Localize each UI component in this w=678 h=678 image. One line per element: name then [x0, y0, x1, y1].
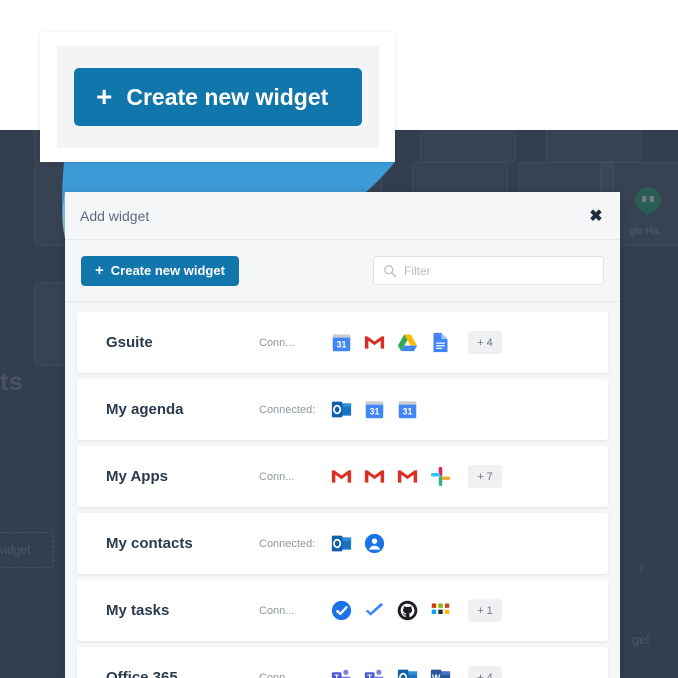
github-icon [397, 600, 418, 621]
filter-input[interactable] [374, 257, 603, 284]
todoist-check-icon [365, 602, 384, 616]
background-add-widget-button[interactable]: widget [0, 532, 54, 568]
svg-text:W: W [432, 673, 441, 678]
gmail-icon [397, 470, 418, 483]
outlook-icon [331, 535, 352, 552]
widget-connected-label: Conn... [259, 604, 295, 617]
slack-icon [430, 466, 451, 487]
svg-text:31: 31 [370, 406, 380, 416]
widget-connected-label: Connected: [259, 537, 316, 550]
tooltip-inner-panel: + Create new widget [57, 46, 379, 148]
svg-text:T: T [367, 674, 372, 678]
widget-connected-icons: + 1 [331, 599, 502, 622]
widget-more-count: + 1 [468, 599, 502, 622]
google-calendar-icon: 31 [398, 401, 417, 419]
dialog-title: Add widget [80, 207, 150, 224]
widget-connected-icons: + 7 [331, 465, 502, 488]
widget-connected-label: Connected: [259, 403, 316, 416]
google-docs-icon [433, 332, 448, 353]
widget-name: Gsuite [106, 334, 153, 351]
dialog-toolbar: + Create new widget [65, 240, 620, 302]
widget-name: My agenda [106, 401, 184, 418]
tooltip-card: + Create new widget [40, 32, 395, 162]
widget-connected-label: Conn... [259, 470, 295, 483]
background-app-tile [546, 130, 642, 162]
widget-name: My Apps [106, 468, 168, 485]
background-ghost-button-label: widget [0, 543, 31, 557]
microsoft-word-icon: W [430, 669, 451, 678]
widget-name: My contacts [106, 535, 193, 552]
gmail-icon [364, 336, 385, 349]
widget-connected-label: Conn... [259, 671, 295, 678]
widget-list: Gsuite Conn... 31 + 4 My agenda Connecte… [65, 302, 620, 678]
widget-more-count: + 4 [468, 666, 502, 678]
widget-more-count: + 4 [468, 331, 502, 354]
close-icon[interactable]: ✖ [585, 206, 607, 228]
add-widget-dialog: Add widget ✖ + Create new widget Gsuite … [65, 192, 620, 678]
google-contacts-icon [364, 533, 385, 554]
background-section-heading: ets [0, 368, 23, 396]
create-new-widget-button[interactable]: + Create new widget [81, 255, 239, 286]
outlook-icon [397, 669, 418, 678]
background-tile-label: gle Ha... [629, 226, 667, 237]
background-side-text-2: gel [632, 632, 650, 647]
plus-icon: + [95, 262, 104, 279]
svg-text:T: T [334, 674, 339, 678]
widget-row-my-contacts[interactable]: My contacts Connected: [77, 513, 608, 574]
widget-connected-icons [331, 533, 385, 554]
google-drive-icon [397, 334, 418, 352]
background-side-text-1: r [640, 560, 645, 575]
microsoft-teams-icon: T [364, 669, 384, 678]
gmail-icon [364, 470, 385, 483]
svg-text:31: 31 [337, 339, 347, 349]
microsoft-teams-icon: T [331, 669, 351, 678]
google-calendar-icon: 31 [365, 401, 384, 419]
google-hangouts-icon [635, 187, 661, 217]
widget-name: Office 365 [106, 669, 178, 678]
widget-connected-label: Conn... [259, 336, 295, 349]
search-icon [384, 265, 397, 278]
screen: Asana [0, 0, 678, 678]
google-calendar-icon: 31 [332, 334, 351, 352]
dialog-header: Add widget ✖ [65, 192, 620, 240]
widget-connected-icons: 31 + 4 [331, 331, 502, 354]
gmail-icon [331, 470, 352, 483]
widget-name: My tasks [106, 602, 170, 619]
plus-icon: + [96, 81, 113, 112]
widget-row-gsuite[interactable]: Gsuite Conn... 31 + 4 [77, 312, 608, 373]
outlook-icon [331, 401, 352, 418]
google-tasks-icon [331, 600, 352, 621]
widget-connected-icons: 31 31 [331, 399, 418, 420]
widget-row-my-tasks[interactable]: My tasks Conn... + 1 [77, 580, 608, 641]
tooltip-create-new-widget-button[interactable]: + Create new widget [74, 68, 362, 126]
svg-text:31: 31 [403, 406, 413, 416]
background-app-tile [420, 130, 516, 162]
widget-row-my-apps[interactable]: My Apps Conn... + 7 [77, 446, 608, 507]
create-button-label: Create new widget [110, 263, 225, 278]
tooltip-create-button-label: Create new widget [126, 83, 329, 110]
filter-box [373, 256, 604, 285]
widget-row-office-365[interactable]: Office 365 Conn... T T [77, 647, 608, 678]
widget-connected-icons: T T [331, 666, 502, 678]
widget-row-my-agenda[interactable]: My agenda Connected: 31 31 [77, 379, 608, 440]
widget-more-count: + 7 [468, 465, 502, 488]
microsoft-todo-icon [431, 603, 450, 614]
